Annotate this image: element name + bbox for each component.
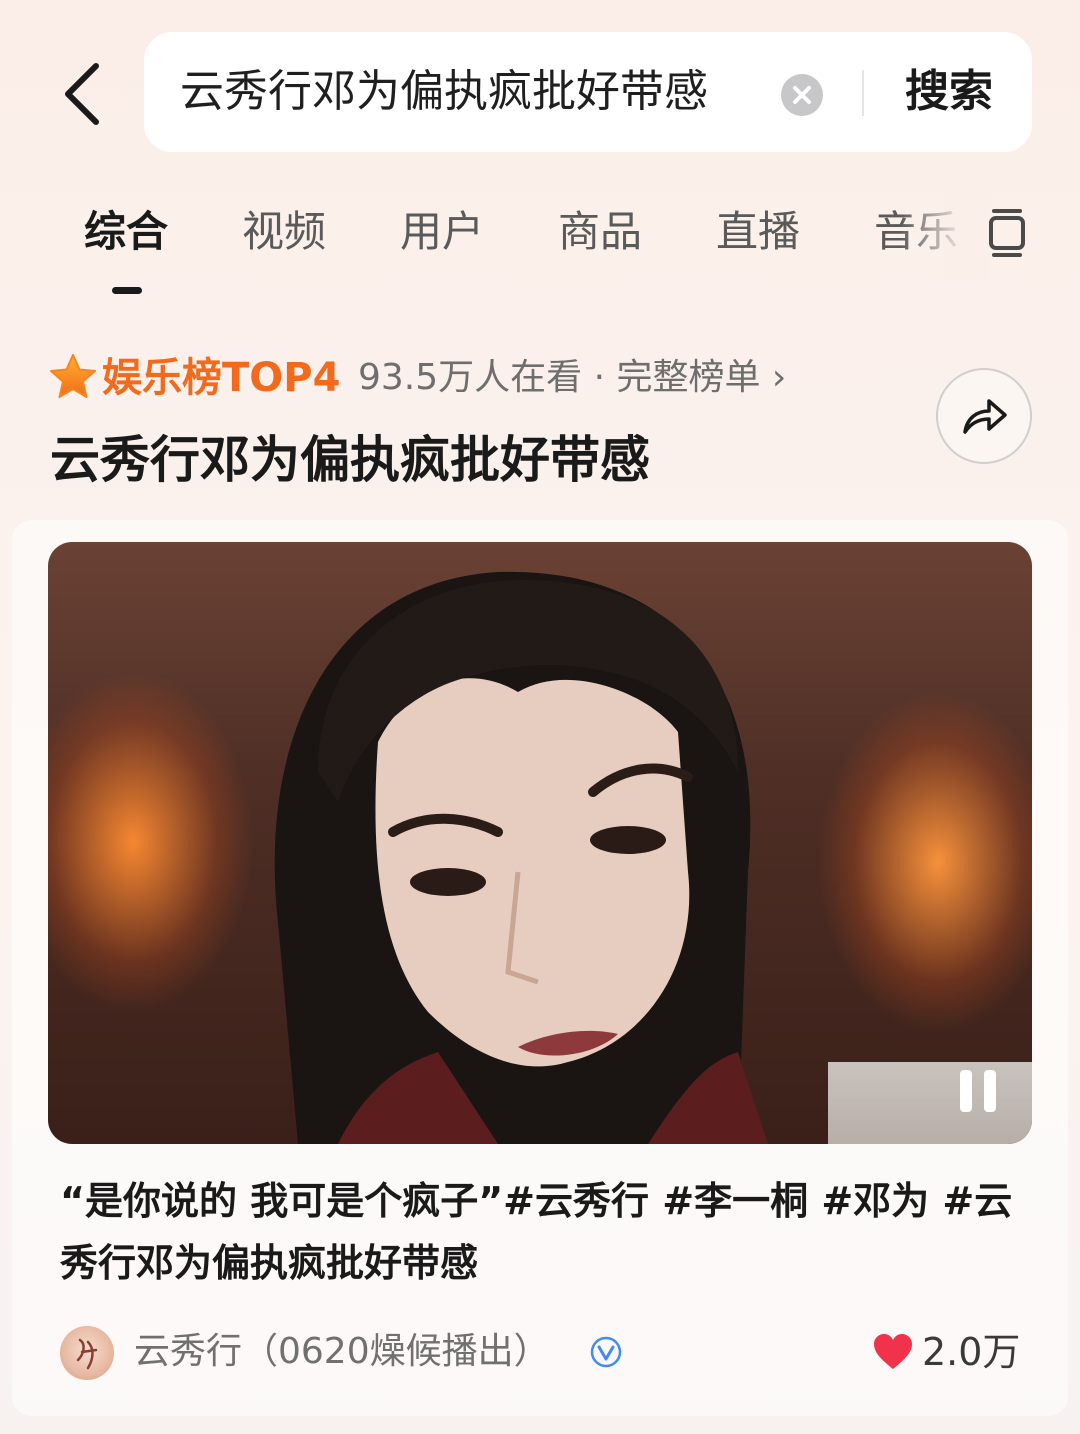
tab-users[interactable]: 用户	[400, 200, 484, 264]
tab-live[interactable]: 直播	[716, 200, 800, 264]
post-caption[interactable]: “是你说的 我可是个疯子”#云秀行 #李一桐 #邓为 #云秀行邓为偏执疯批好带感	[60, 1170, 1030, 1294]
full-ranking-link[interactable]: 93.5万人在看 · 完整榜单 ›	[358, 346, 786, 410]
tabs-menu-button[interactable]	[986, 208, 1032, 258]
tab-products[interactable]: 商品	[558, 200, 642, 264]
category-tabs: 综合 视频 用户 商品 直播 音乐	[0, 190, 1080, 310]
search-button[interactable]: 搜索	[884, 32, 1014, 152]
avatar-calligraphy	[76, 1338, 98, 1370]
author-name[interactable]: 云秀行（0620燥候播出）	[134, 1322, 550, 1382]
back-button[interactable]	[50, 56, 114, 132]
ranking-label: 娱乐榜TOP4	[102, 355, 341, 401]
avatar[interactable]	[60, 1326, 114, 1380]
active-tab-indicator	[112, 287, 142, 294]
pause-icon	[960, 1070, 972, 1112]
video-background-wall	[828, 1062, 1032, 1144]
like-count: 2.0万	[922, 1330, 1021, 1374]
tab-comprehensive[interactable]: 综合	[84, 200, 168, 264]
menu-icon	[989, 209, 1025, 257]
search-header: 云秀行邓为偏执疯批好带感 搜索	[0, 0, 1080, 180]
star-icon	[50, 354, 96, 398]
clear-button[interactable]	[781, 74, 823, 116]
tab-video[interactable]: 视频	[242, 200, 326, 264]
heart-icon[interactable]	[872, 1332, 914, 1372]
author-row: 云秀行（0620燥候播出） 2.0万	[60, 1322, 1030, 1382]
share-icon	[963, 399, 1007, 434]
ranking-row: 娱乐榜TOP4 93.5万人在看 · 完整榜单 ›	[48, 346, 928, 410]
share-button[interactable]	[936, 368, 1032, 464]
topic-title: 云秀行邓为偏执疯批好带感	[50, 431, 650, 489]
pause-icon-bar	[984, 1070, 996, 1112]
video-frame-illustration	[274, 571, 768, 1144]
clear-icon	[793, 86, 811, 104]
back-arrow-icon	[65, 63, 99, 125]
search-input[interactable]: 云秀行邓为偏执疯批好带感	[180, 32, 780, 152]
search-box[interactable]: 云秀行邓为偏执疯批好带感 搜索	[144, 32, 1032, 152]
search-divider	[862, 70, 864, 116]
video-player[interactable]	[48, 542, 1032, 1144]
pause-button[interactable]	[958, 1070, 998, 1114]
tab-music[interactable]: 音乐	[874, 200, 958, 264]
verified-icon	[590, 1336, 622, 1368]
